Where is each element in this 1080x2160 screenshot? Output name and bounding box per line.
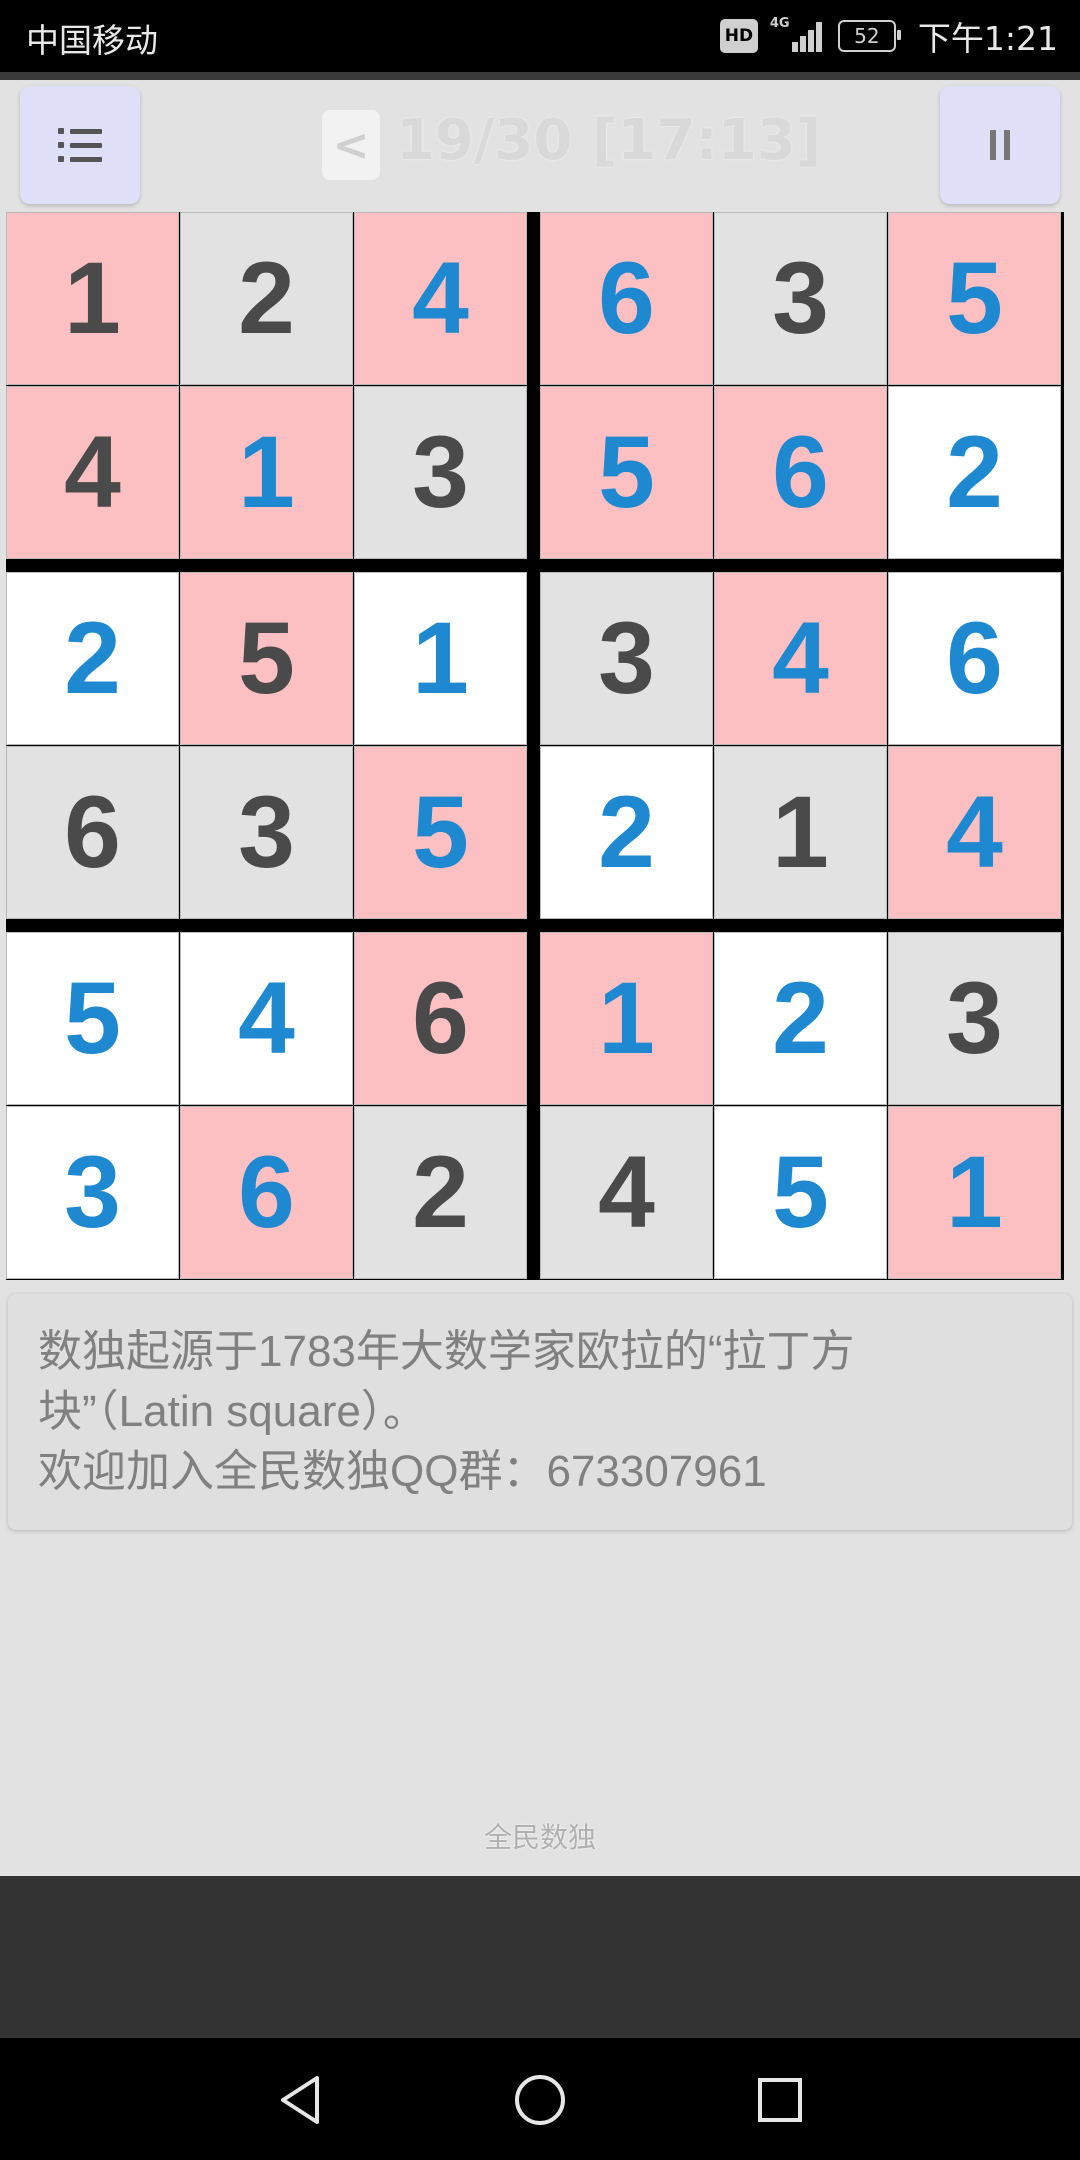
sudoku-cell[interactable]: 1 (354, 572, 527, 745)
sudoku-cell[interactable]: 2 (888, 386, 1061, 559)
sudoku-cell[interactable]: 5 (6, 932, 179, 1105)
sudoku-cell[interactable]: 3 (540, 572, 713, 745)
sudoku-board: 124635413562251346635214546123362451 (6, 212, 1064, 1280)
status-bar: 中国移动 HD 4G 52 下午1:21 (0, 0, 1080, 72)
sudoku-cell[interactable]: 1 (714, 746, 887, 919)
hd-icon: HD (719, 19, 758, 53)
signal-icon: 4G (769, 16, 826, 54)
sudoku-cell[interactable]: 3 (714, 212, 887, 385)
previous-level-button[interactable]: < (322, 110, 380, 180)
square-recents-icon (758, 2078, 802, 2122)
triangle-back-icon (281, 2076, 319, 2124)
clock: 下午1:21 (917, 19, 1058, 58)
info-text-origin: 数独起源于1783年大数学家欧拉的“拉丁方块”（Latin square）。 (38, 1327, 855, 1436)
sudoku-cell[interactable]: 2 (714, 932, 887, 1105)
sudoku-cell[interactable]: 4 (540, 1106, 713, 1279)
sudoku-cell[interactable]: 3 (888, 932, 1061, 1105)
info-card: 数独起源于1783年大数学家欧拉的“拉丁方块”（Latin square）。 欢… (8, 1294, 1072, 1530)
sudoku-cell[interactable]: 3 (180, 746, 353, 919)
sudoku-cell[interactable]: 6 (540, 212, 713, 385)
sudoku-cell[interactable]: 4 (6, 386, 179, 559)
sudoku-cell[interactable]: 4 (354, 212, 527, 385)
status-icons: HD 4G 52 下午1:21 (719, 12, 1058, 60)
battery-icon: 52 (837, 20, 901, 52)
sudoku-cell[interactable]: 6 (714, 386, 887, 559)
sudoku-cell[interactable]: 6 (6, 746, 179, 919)
sudoku-cell[interactable]: 4 (714, 572, 887, 745)
bottom-panel (0, 1876, 1080, 2038)
network-type: 4G (769, 16, 790, 31)
nav-home-button[interactable] (504, 2064, 576, 2136)
nav-back-button[interactable] (265, 2064, 337, 2136)
sudoku-cell[interactable]: 1 (180, 386, 353, 559)
sudoku-cell[interactable]: 6 (354, 932, 527, 1105)
sudoku-cell[interactable]: 5 (180, 572, 353, 745)
list-icon (58, 128, 102, 162)
level-progress-timer: 19/30 [17:13] (396, 108, 822, 173)
nav-recents-button[interactable] (744, 2064, 816, 2136)
sudoku-cell[interactable]: 2 (540, 746, 713, 919)
navigation-bar (0, 2038, 1080, 2160)
carrier-name: 中国移动 (26, 21, 158, 60)
sudoku-cell[interactable]: 1 (888, 1106, 1061, 1279)
sudoku-cell[interactable]: 3 (354, 386, 527, 559)
toolbar: < 19/30 [17:13] (0, 80, 1080, 210)
sudoku-cell[interactable]: 5 (540, 386, 713, 559)
menu-button[interactable] (20, 86, 140, 204)
sudoku-cell[interactable]: 5 (354, 746, 527, 919)
sudoku-cell[interactable]: 2 (6, 572, 179, 745)
sudoku-cell[interactable]: 5 (888, 212, 1061, 385)
divider (0, 72, 1080, 80)
sudoku-cell[interactable]: 6 (180, 1106, 353, 1279)
app-name: 全民数独 (483, 1821, 596, 1854)
info-text-qq-group: 欢迎加入全民数独QQ群：673307961 (38, 1447, 767, 1496)
sudoku-cell[interactable]: 1 (540, 932, 713, 1105)
sudoku-cell[interactable]: 5 (714, 1106, 887, 1279)
circle-home-icon (515, 2075, 565, 2125)
pause-icon (990, 130, 996, 160)
sudoku-cell[interactable]: 4 (180, 932, 353, 1105)
sudoku-cell[interactable]: 6 (888, 572, 1061, 745)
sudoku-cell[interactable]: 2 (354, 1106, 527, 1279)
sudoku-cell[interactable]: 2 (180, 212, 353, 385)
sudoku-cell[interactable]: 1 (6, 212, 179, 385)
sudoku-cell[interactable]: 3 (6, 1106, 179, 1279)
sudoku-cell[interactable]: 4 (888, 746, 1061, 919)
pause-button[interactable] (940, 86, 1060, 204)
